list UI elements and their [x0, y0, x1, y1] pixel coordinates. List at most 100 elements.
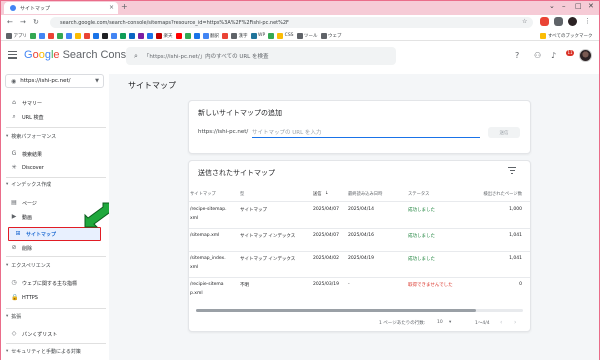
hamburger-menu-icon[interactable] — [8, 51, 17, 59]
bookmark-item[interactable] — [138, 32, 144, 39]
profile-icon[interactable] — [568, 17, 577, 26]
bookmark-favicon-icon — [250, 32, 257, 39]
bookmark-favicon-icon — [156, 32, 162, 39]
bookmark-item[interactable]: ツール — [296, 32, 318, 39]
back-icon[interactable]: ← — [7, 18, 13, 26]
tab-title: サイトマップ — [20, 5, 51, 12]
bookmark-favicon-icon — [48, 32, 54, 39]
sitemap-url-input[interactable] — [252, 129, 480, 138]
sitemap-type: サイトマップ インデックス — [240, 234, 296, 239]
sidebar-item-https[interactable]: 🔒 HTTPS — [1, 292, 108, 304]
sitemap-path[interactable]: /sitemap.xml — [190, 231, 232, 240]
filter-icon[interactable] — [508, 166, 516, 174]
table-column-header[interactable]: 型 — [240, 191, 244, 197]
horizontal-scrollbar[interactable] — [196, 309, 523, 312]
submitted-date: 2025/04/07 — [313, 207, 339, 212]
prev-page-icon[interactable]: ‹ — [500, 319, 502, 326]
sidebar-section-header[interactable]: ▾ インデックス作成 — [6, 181, 51, 188]
bookmark-item[interactable]: CSS — [277, 32, 294, 39]
bookmark-item[interactable] — [222, 32, 228, 39]
sidebar-item-discover[interactable]: ✳ Discover — [1, 162, 108, 174]
sidebar-item-search-results[interactable]: G 検索結果 — [1, 148, 108, 160]
bookmark-item[interactable] — [120, 32, 126, 39]
bookmark-item[interactable] — [57, 32, 63, 39]
new-tab-button[interactable]: + — [121, 3, 128, 11]
close-window-icon[interactable]: ✕ — [588, 2, 594, 10]
table-column-header[interactable]: サイトマップ — [190, 191, 216, 197]
videos-icon: ▶ — [11, 213, 17, 220]
bookmark-item[interactable] — [93, 32, 99, 39]
collapse-tabs-icon[interactable]: ⌄ — [549, 2, 555, 10]
table-column-header[interactable]: ステータス — [408, 191, 429, 197]
bookmark-item[interactable] — [48, 32, 54, 39]
browser-tab[interactable]: サイトマップ × — [4, 2, 118, 14]
chevron-down-icon[interactable]: ▾ — [449, 320, 451, 325]
sitemap-path[interactable]: /sitemap_index. xml — [190, 254, 232, 272]
search-console-logo[interactable]: Google Search Console — [24, 49, 141, 61]
sidebar-section-header[interactable]: ▾ 検索パフォーマンス — [6, 133, 56, 140]
extension-icon[interactable] — [540, 17, 549, 26]
sort-arrow-icon[interactable]: ↓ — [325, 191, 329, 196]
bookmark-item[interactable] — [268, 32, 275, 39]
reload-icon[interactable]: ↻ — [33, 18, 39, 26]
tab-close-icon[interactable]: × — [109, 4, 114, 11]
scrollbar-thumb[interactable] — [196, 309, 476, 312]
sitemaps-icon: ⊞ — [15, 230, 21, 237]
bookmark-item[interactable]: WP — [250, 32, 265, 39]
property-selector[interactable]: ◉ https://ishi-pc.net/ ▼ — [5, 74, 104, 88]
browser-menu-icon[interactable]: ⋮ — [584, 17, 591, 25]
bookmark-star-icon[interactable]: ☆ — [522, 18, 527, 25]
sidebar-section-label: セキュリティと手動による対策 — [11, 349, 81, 355]
bookmark-item[interactable]: 楽天 — [156, 32, 173, 39]
bookmark-item[interactable]: 翻訳 — [202, 32, 219, 39]
bookmark-item[interactable] — [75, 32, 81, 39]
sidebar-item-summary[interactable]: ⌂ サマリー — [1, 97, 108, 109]
bookmark-item[interactable] — [84, 32, 90, 39]
sidebar-section-header[interactable]: ▾ エクスペリエンス — [6, 262, 51, 269]
bookmark-item[interactable] — [30, 32, 36, 39]
omnibox[interactable]: search.google.com/search-console/sitemap… — [50, 17, 533, 28]
avatar[interactable] — [579, 49, 592, 62]
gsc-favicon-icon — [10, 5, 16, 11]
bookmark-item[interactable] — [111, 32, 117, 39]
sidebar-section-header[interactable]: ▾ 拡張 — [6, 313, 21, 320]
bookmark-item[interactable] — [66, 32, 72, 39]
notifications-bell-icon[interactable]: ♪ — [551, 52, 556, 60]
forward-icon[interactable]: → — [20, 18, 26, 26]
bookmark-favicon-icon — [39, 32, 45, 39]
extensions-puzzle-icon[interactable] — [554, 17, 563, 26]
next-page-icon[interactable]: › — [514, 319, 516, 326]
bookmark-item[interactable] — [147, 32, 153, 39]
sidebar-section-header[interactable]: ▾ セキュリティと手動による対策 — [6, 348, 81, 355]
sidebar-item-core-web-vitals[interactable]: ◷ ウェブに関する主な指標 — [1, 277, 108, 289]
submit-button[interactable]: 送信 — [488, 127, 520, 138]
bookmark-item[interactable] — [193, 32, 200, 39]
bookmark-item[interactable] — [184, 32, 191, 39]
maximize-icon[interactable]: □ — [575, 2, 582, 10]
help-icon[interactable]: ? — [515, 52, 519, 60]
sitemap-path[interactable]: /recipe-sitemap. xml — [190, 205, 232, 223]
url-inspection-search[interactable]: ⌕ 「https://ishi-pc.net/」内のすべての URL を検査 — [126, 47, 396, 65]
bookmark-item[interactable] — [129, 32, 135, 39]
sidebar-item-breadcrumbs[interactable]: ◇ パンくずリスト — [1, 328, 108, 340]
bookmark-item[interactable] — [102, 32, 108, 39]
sidebar-item-url-inspection[interactable]: ⌕ URL 検査 — [1, 111, 108, 123]
search-icon: ⌕ — [134, 51, 138, 60]
bookmark-item[interactable]: ウェブ — [320, 32, 342, 39]
sitemap-path[interactable]: /recipie-sitema p.xml — [190, 280, 232, 298]
minimize-icon[interactable]: – — [562, 2, 566, 10]
sidebar-item-sitemaps[interactable]: ⊞ サイトマップ — [8, 227, 101, 241]
bookmark-favicon-icon — [57, 32, 63, 39]
bookmark-label: ウェブ — [328, 33, 342, 39]
bookmark-item[interactable]: アプリ — [6, 32, 27, 39]
sidebar-item-removals[interactable]: ⊘ 削除 — [1, 242, 108, 254]
table-column-header[interactable]: 検出されたページ数 — [483, 191, 522, 197]
bookmark-item[interactable] — [39, 32, 45, 39]
settings-users-icon[interactable]: ⚇ — [534, 52, 541, 60]
rows-per-page-select[interactable]: 10 — [437, 320, 443, 325]
bookmark-item[interactable] — [175, 32, 182, 39]
bookmark-item[interactable]: 漢字 — [231, 32, 248, 39]
table-column-header[interactable]: 送信 — [313, 191, 322, 197]
table-column-header[interactable]: 最終読み込み日時 — [348, 191, 382, 197]
all-bookmarks[interactable]: すべてのブックマーク — [540, 31, 593, 40]
